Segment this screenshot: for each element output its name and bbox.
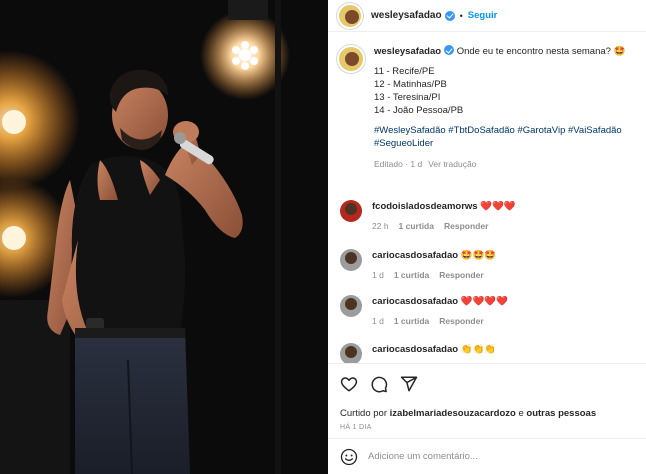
- commenter-username[interactable]: fcodoisladosdeamorws: [372, 201, 478, 212]
- comment-likes[interactable]: 1 curtida: [394, 270, 429, 280]
- comment-text: 👏👏👏: [460, 344, 497, 355]
- comment-item: fcodoisladosdeamorws ❤️❤️❤️ 22 h 1 curtid…: [328, 200, 646, 233]
- add-comment-bar: [328, 438, 646, 474]
- author-username[interactable]: wesleysafadao: [371, 10, 442, 21]
- post-sidebar: wesleysafadao • Seguir wesleysafadao Ond…: [328, 0, 646, 474]
- commenter-avatar[interactable]: [340, 200, 362, 222]
- comments-section[interactable]: wesleysafadao Onde eu te encontro nesta …: [328, 33, 646, 363]
- post-header: wesleysafadao • Seguir: [328, 0, 646, 32]
- comment-input[interactable]: [368, 451, 608, 462]
- comment-likes[interactable]: 1 curtida: [399, 221, 434, 231]
- comment-item: cariocasdosafadao ❤️❤️❤️❤️ 1 d 1 curtida R…: [328, 295, 646, 328]
- comment-likes[interactable]: 1 curtida: [394, 316, 429, 326]
- see-translation-link[interactable]: Ver tradução: [428, 159, 476, 169]
- hashtags[interactable]: #SegueoLider: [374, 137, 625, 150]
- comment-time: 1 d: [372, 270, 384, 280]
- follow-button[interactable]: Seguir: [468, 10, 498, 21]
- concert-photo: [0, 0, 328, 474]
- share-icon[interactable]: [400, 375, 418, 393]
- reply-button[interactable]: Responder: [439, 316, 483, 326]
- reply-button[interactable]: Responder: [444, 221, 488, 231]
- comment-item: cariocasdosafadao 👏👏👏: [328, 343, 646, 363]
- liked-by-middle: e: [518, 408, 524, 419]
- verified-badge-icon: [444, 10, 455, 21]
- separator: •: [459, 10, 463, 21]
- commenter-avatar[interactable]: [340, 343, 362, 363]
- heart-icon[interactable]: [340, 375, 358, 393]
- commenter-avatar[interactable]: [340, 295, 362, 317]
- comment-time: 1 d: [372, 316, 384, 326]
- commenter-username[interactable]: cariocasdosafadao: [372, 296, 458, 307]
- liked-by-user[interactable]: izabelmariadesouzacardozo: [390, 408, 516, 419]
- schedule-line: 11 - Recife/PE: [374, 66, 435, 77]
- liked-by-others[interactable]: outras pessoas: [526, 408, 596, 419]
- comment-item: cariocasdosafadao 🤩🤩🤩 1 d 1 curtida Respon…: [328, 249, 646, 282]
- comment-time: 22 h: [372, 221, 389, 231]
- post-date: HÁ 1 DIA: [340, 424, 372, 431]
- commenter-username[interactable]: cariocasdosafadao: [372, 250, 458, 261]
- edited-label: Editado · 1 d: [374, 159, 423, 169]
- caption-avatar[interactable]: [337, 45, 365, 73]
- author-avatar[interactable]: [337, 2, 363, 29]
- caption-username[interactable]: wesleysafadao: [374, 46, 441, 57]
- commenter-avatar[interactable]: [340, 249, 362, 271]
- liked-by: Curtido por izabelmariadesouzacardozo e …: [340, 408, 634, 419]
- caption-meta: Editado · 1 d Ver tradução: [374, 158, 625, 171]
- caption-intro: Onde eu te encontro nesta semana? 🤩: [456, 46, 626, 57]
- comment-text: ❤️❤️❤️❤️: [460, 296, 509, 307]
- instagram-post-modal: wesleysafadao • Seguir wesleysafadao Ond…: [0, 0, 646, 474]
- comment-text: ❤️❤️❤️: [480, 201, 516, 212]
- schedule-line: 14 - João Pessoa/PB: [374, 105, 464, 116]
- hashtags[interactable]: #WesleySafadão #TbtDoSafadão #GarotaVip …: [374, 124, 625, 137]
- post-actions: Curtido por izabelmariadesouzacardozo e …: [328, 363, 646, 431]
- reply-button[interactable]: Responder: [439, 270, 483, 280]
- comment-text: 🤩🤩🤩: [460, 250, 497, 261]
- emoji-icon[interactable]: [340, 448, 358, 466]
- commenter-username[interactable]: cariocasdosafadao: [372, 344, 458, 355]
- post-caption: wesleysafadao Onde eu te encontro nesta …: [328, 33, 646, 171]
- post-photo[interactable]: [0, 0, 328, 474]
- liked-by-prefix: Curtido por: [340, 408, 387, 419]
- verified-badge-icon: [444, 45, 455, 55]
- schedule-line: 13 - Teresina/PI: [374, 92, 441, 103]
- comment-icon[interactable]: [370, 375, 388, 393]
- schedule-line: 12 - Matinhas/PB: [374, 79, 447, 90]
